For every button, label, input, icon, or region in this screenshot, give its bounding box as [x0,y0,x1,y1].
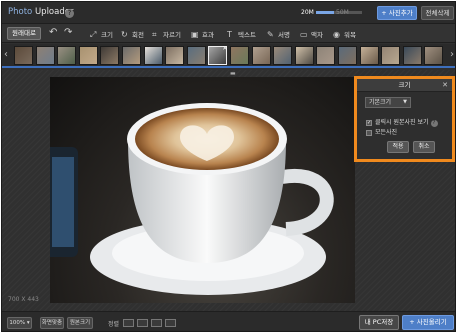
help-icon[interactable]: ? [65,9,74,18]
apply-button[interactable]: 적용 [387,141,409,153]
photo-thumbnail[interactable] [100,46,120,65]
size-panel: 크기 ✕ 기본크기 ▼ ✓ 클릭시 원본사진 보기? 모든사진 적용 취소 [354,76,455,162]
photo-thumbnail[interactable] [402,46,422,65]
chevron-down-icon: ▾ [26,320,30,326]
upload-photos-button[interactable]: + 사진올리기 [402,315,454,330]
app-title-brand: Photo [8,7,33,17]
app-title: Photo Uploader [8,7,73,17]
chevron-left-icon[interactable]: ‹ [4,49,8,60]
redo-icon[interactable]: ↷ [64,27,72,38]
frame-icon: ▭ [300,30,308,39]
sort-label: 정렬 [108,321,120,328]
photo-thumbnail[interactable] [359,46,379,65]
crop-icon: ⌗ [152,30,157,39]
photo-thumbnail[interactable] [57,46,77,65]
help-icon[interactable]: ? [430,120,438,127]
tool-label: 서명 [278,31,290,39]
photo-thumbnail[interactable] [424,46,444,65]
photo-thumbnail[interactable] [273,46,293,65]
tool-label: 효과 [202,31,214,39]
tool-signature[interactable]: ✎ 서명 [267,29,290,40]
size-panel-header: 크기 ✕ [357,79,452,92]
tool-label: 자르기 [163,31,181,39]
thumbnail-strip: ‹ ✕ › [2,44,455,68]
zoom-value: 100% [9,320,26,326]
photo-thumbnail[interactable] [381,46,401,65]
photo-thumbnail[interactable] [186,46,206,65]
click-original-label: 클릭시 원본사진 보기 [375,119,429,126]
original-size-button[interactable]: 원본크기 [67,317,93,329]
edit-toolbar: 원래대로 ↶ ↷ ⤢ 크기 ↻ 회전 ⌗ 자르기 ▣ 효과 T 텍스트 ✎ 서명 ▭ 액자 ◉ 워목 [2,24,455,43]
capacity-bar-fill [316,11,335,14]
zoom-select[interactable]: 100% ▾ [7,317,32,329]
photo-thumbnail[interactable] [316,46,336,65]
chevron-down-icon: ▼ [403,99,407,105]
effect-icon: ▣ [191,30,199,39]
title-bar: Photo Uploader ? 20M 50M + 사진추가 전체삭제 [2,2,455,24]
delete-all-button[interactable]: 전체삭제 [421,6,454,20]
signature-icon: ✎ [267,30,274,39]
photo-thumbnail[interactable]: ✕ [208,45,228,65]
resize-icon: ⤢ [90,30,97,39]
capacity-used: 20M [301,9,314,16]
chevron-right-icon[interactable]: › [450,49,454,60]
tool-resize[interactable]: ⤢ 크기 [90,29,113,40]
size-preset-value: 기본크기 [369,99,392,106]
coffee-photo [50,77,355,303]
photo-thumbnail[interactable] [251,46,271,65]
checkbox-checked-icon[interactable]: ✓ [366,119,372,126]
tool-frame[interactable]: ▭ 액자 [300,29,323,40]
coffee-cup-illustration [50,103,334,295]
bottom-bar: 100% ▾ 화면맞춤 원본크기 정렬 내 PC저장 + 사진올리기 [2,311,455,331]
all-photos-label: 모든사진 [375,129,398,136]
align-large-icon[interactable] [151,319,162,327]
tool-label: 텍스트 [238,31,256,39]
photo-thumbnail[interactable] [14,46,33,65]
save-to-pc-button[interactable]: 내 PC저장 [359,315,399,330]
undo-icon[interactable]: ↶ [49,27,57,38]
all-photos-option[interactable]: 모든사진 [366,127,397,136]
fit-screen-button[interactable]: 화면맞춤 [40,317,64,329]
photo-uploader-window: Photo Uploader ? 20M 50M + 사진추가 전체삭제 원래대… [1,1,456,332]
resize-handle[interactable]: ▬ [230,70,236,77]
tool-rotate[interactable]: ↻ 회전 [121,29,144,40]
tool-crop[interactable]: ⌗ 자르기 [152,29,181,40]
photo-thumbnail[interactable] [78,46,98,65]
click-original-option[interactable]: ✓ 클릭시 원본사진 보기? [366,117,438,127]
tool-label: 크기 [101,31,113,39]
photo-thumbnail[interactable] [294,46,314,65]
align-list-icon[interactable] [137,319,148,327]
tool-effect[interactable]: ▣ 효과 [191,29,214,40]
revert-original-button[interactable]: 원래대로 [7,27,41,40]
tool-label: 액자 [311,31,323,39]
photo-thumbnail[interactable] [230,46,249,65]
photo-thumbnail[interactable] [143,46,163,65]
checkbox-icon[interactable] [366,129,372,136]
photo-thumbnail[interactable] [35,46,55,65]
size-panel-title: 크기 [398,81,411,89]
photo-thumbnail[interactable] [122,46,141,65]
photo-thumbnail[interactable] [338,46,357,65]
tool-label: 회전 [132,31,144,39]
rotate-icon: ↻ [121,30,128,39]
close-icon[interactable]: ✕ [442,79,448,92]
capacity-total: 50M [336,9,349,16]
image-dimensions: 700 X 443 [8,296,39,303]
size-preset-select[interactable]: 기본크기 ▼ [365,97,411,108]
photo-thumbnail[interactable] [165,46,185,65]
tool-watermark[interactable]: ◉ 워목 [333,29,356,40]
text-icon: T [227,30,232,39]
add-photo-button[interactable]: + 사진추가 [377,6,417,20]
tool-text[interactable]: T 텍스트 [227,29,256,40]
close-icon[interactable]: ✕ [222,45,227,52]
tool-label: 워목 [344,31,356,39]
align-detail-icon[interactable] [165,319,176,327]
cancel-button[interactable]: 취소 [413,141,435,153]
align-grid-icon[interactable] [123,319,134,327]
watermark-icon: ◉ [333,30,340,39]
